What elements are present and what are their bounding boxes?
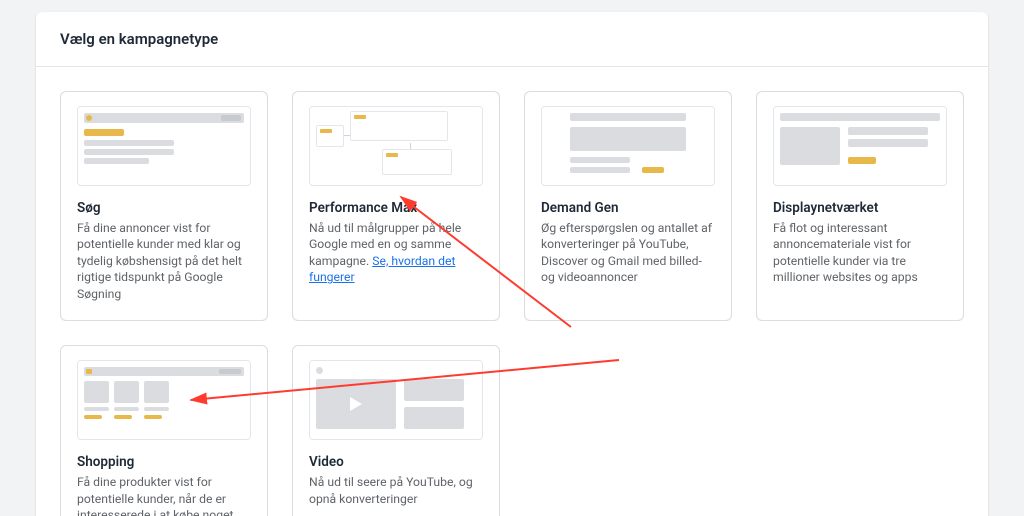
demand-gen-thumbnail-icon (541, 106, 715, 186)
campaign-card-video[interactable]: Video Nå ud til seere på YouTube, og opn… (292, 345, 500, 516)
search-thumbnail-icon (77, 106, 251, 186)
card-desc: Nå ud til seere på YouTube, og opnå konv… (309, 474, 483, 507)
card-title: Performance Max (309, 200, 483, 216)
campaign-card-display[interactable]: Displaynetværket Få flot og interessant … (756, 91, 964, 321)
card-title: Søg (77, 200, 251, 216)
campaign-type-panel: Vælg en kampagnetype Søg Få dine annonce… (36, 12, 988, 516)
pmax-thumbnail-icon (309, 106, 483, 186)
campaign-card-demand-gen[interactable]: Demand Gen Øg efterspørgslen og antallet… (524, 91, 732, 321)
card-desc: Øg efterspørgslen og antallet af konvert… (541, 220, 715, 286)
campaign-type-grid: Søg Få dine annoncer vist for potentiell… (36, 67, 988, 516)
card-title: Displaynetværket (773, 200, 947, 216)
campaign-card-search[interactable]: Søg Få dine annoncer vist for potentiell… (60, 91, 268, 321)
video-thumbnail-icon (309, 360, 483, 440)
card-title: Video (309, 454, 483, 470)
display-thumbnail-icon (773, 106, 947, 186)
campaign-card-pmax[interactable]: Performance Max Nå ud til målgrupper på … (292, 91, 500, 321)
campaign-card-shopping[interactable]: Shopping Få dine produkter vist for pote… (60, 345, 268, 516)
card-desc: Nå ud til målgrupper på hele Google med … (309, 220, 483, 286)
card-title: Shopping (77, 454, 251, 470)
panel-header: Vælg en kampagnetype (36, 12, 988, 67)
card-desc: Få dine annoncer vist for potentielle ku… (77, 220, 251, 302)
panel-title: Vælg en kampagnetype (60, 30, 964, 48)
card-title: Demand Gen (541, 200, 715, 216)
card-desc: Få dine produkter vist for potentielle k… (77, 474, 251, 516)
shopping-thumbnail-icon (77, 360, 251, 440)
card-desc: Få flot og interessant annoncemateriale … (773, 220, 947, 286)
